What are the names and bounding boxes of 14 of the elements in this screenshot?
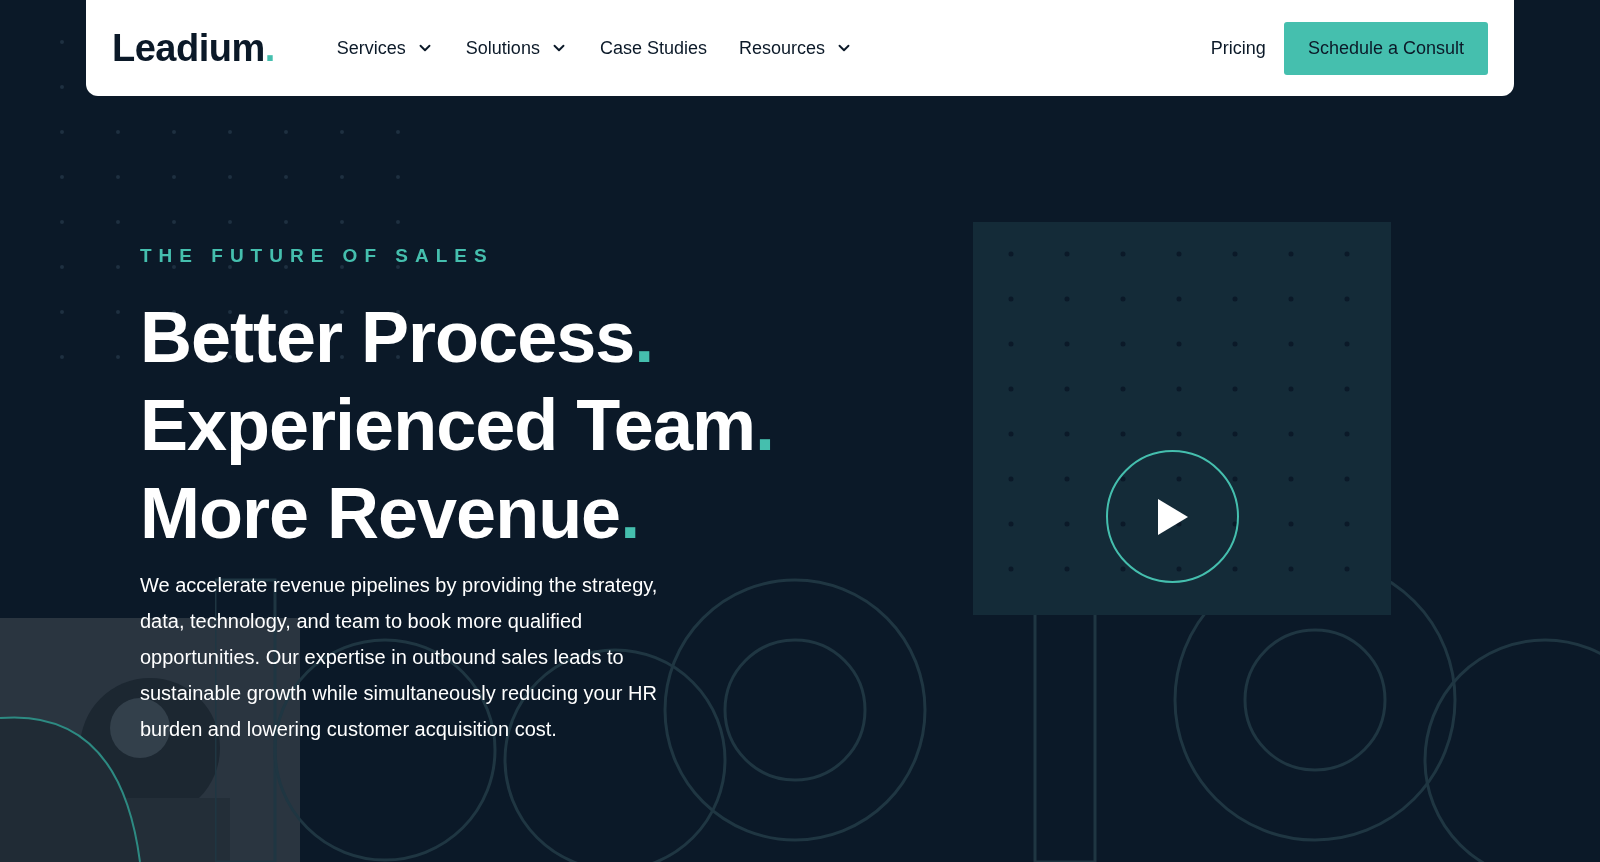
play-icon bbox=[1155, 496, 1190, 537]
eyebrow-text: THE FUTURE OF SALES bbox=[140, 244, 495, 268]
headline-line: Better Process. bbox=[140, 295, 654, 379]
hero-description: We accelerate revenue pipelines by providing the strategy, data, technology, and team to book more qualified opportunities. Our expertise in outbound sales leads to sustainable growth while simultaneously reducing your HR burden and lowering customer acquisition cost. bbox=[140, 572, 659, 742]
nav-link[interactable]: Services bbox=[336, 34, 434, 62]
schedule-consult-button[interactable]: Schedule a Consult bbox=[1283, 21, 1488, 75]
headline-line: More Revenue. bbox=[140, 471, 640, 555]
nav-link[interactable]: Solutions bbox=[465, 34, 568, 62]
pricing-link[interactable]: Pricing bbox=[1210, 34, 1266, 62]
nav-link[interactable]: Case Studies bbox=[599, 34, 707, 62]
play-button[interactable] bbox=[1106, 450, 1239, 583]
nav-link[interactable]: Resources bbox=[738, 34, 853, 62]
headline-line: Experienced Team. bbox=[140, 383, 774, 467]
logo[interactable]: Leadium. bbox=[112, 19, 275, 77]
